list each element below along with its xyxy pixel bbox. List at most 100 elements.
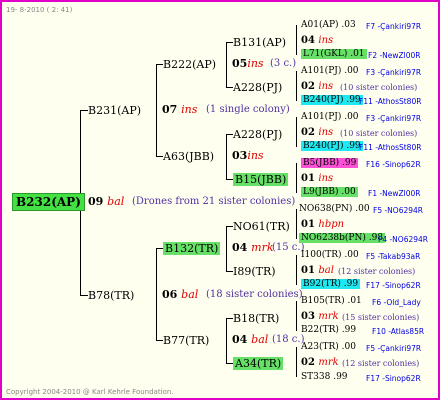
line bbox=[226, 134, 233, 135]
g4-bot[interactable]: ST338 .99 bbox=[301, 371, 348, 384]
uu-label[interactable]: B222(AP) bbox=[163, 58, 216, 71]
g4-bot[interactable]: L9(JBB) .00 bbox=[301, 186, 358, 199]
g4-bot-code: F11 -AthosSt80R bbox=[359, 143, 422, 152]
g4-bot-code: F17 -Sinop62R bbox=[366, 374, 421, 383]
g4-bot[interactable]: B92(TR) .99 bbox=[301, 278, 361, 291]
g4-bot-text: NO6238b(PN) .98 bbox=[299, 233, 386, 243]
g4-top-code: F6 -Old_Lady bbox=[372, 298, 421, 307]
uu-year: 05ins bbox=[232, 57, 264, 70]
g4-bot-code: F11 -AthosSt80R bbox=[359, 97, 422, 106]
g4-bot-text: B240(PJ) .99 bbox=[301, 141, 363, 151]
g4-year: 02 ins bbox=[301, 80, 333, 93]
ul-ins: ins bbox=[247, 149, 264, 162]
root-node[interactable]: B232(AP) bbox=[12, 193, 85, 211]
g4-top[interactable]: B5(JBB) .99 bbox=[301, 157, 359, 170]
g3-label[interactable]: A34(TR) bbox=[233, 357, 284, 370]
g4-note: (15 sister colonies) bbox=[342, 313, 420, 322]
line bbox=[226, 87, 233, 88]
g3-label[interactable]: NO61(TR) bbox=[233, 220, 290, 233]
g4-year: 01 ins bbox=[301, 172, 333, 185]
root-ins: bal bbox=[107, 195, 125, 208]
lower-ins: bal bbox=[181, 288, 199, 301]
g4-ins: mrk bbox=[318, 357, 339, 368]
g4-top[interactable]: NO638(PN) .00 bbox=[299, 203, 370, 216]
g4-year: 02 ins bbox=[301, 126, 333, 139]
line bbox=[296, 71, 297, 101]
timestamp-header: 19- 8-2010 ( 2: 41) bbox=[6, 6, 73, 14]
g4-top[interactable]: A01(AP) .03 bbox=[301, 19, 356, 32]
g4-year-value: 02 bbox=[301, 127, 315, 138]
g3-label[interactable]: I89(TR) bbox=[233, 265, 276, 278]
upper-note: (1 single colony) bbox=[206, 104, 290, 115]
line bbox=[296, 25, 297, 55]
lower-year-value: 06 bbox=[162, 288, 178, 301]
uu-ins: ins bbox=[247, 57, 264, 70]
g4-year-value: 01 bbox=[301, 265, 315, 276]
lu-label-text: B132(TR) bbox=[163, 242, 221, 255]
line bbox=[296, 301, 297, 331]
line bbox=[226, 363, 233, 364]
line bbox=[296, 117, 297, 147]
pedigree-chart: 19- 8-2010 ( 2: 41) B232(AP) 09 bal (Dro… bbox=[0, 0, 440, 400]
g4-year: 01 hbpn bbox=[301, 218, 344, 231]
line bbox=[226, 134, 227, 180]
g4-bot-code: F17 -Sinop62R bbox=[366, 281, 421, 290]
g3-label[interactable]: B18(TR) bbox=[233, 312, 279, 325]
uu-note: (3 c.) bbox=[270, 58, 297, 69]
g4-top[interactable]: A101(PJ) .00 bbox=[301, 65, 359, 78]
g4-top[interactable]: A23(TR) .00 bbox=[301, 341, 356, 354]
upper-year-value: 07 bbox=[162, 103, 178, 116]
line bbox=[156, 64, 163, 65]
upper-parent-label[interactable]: B231(AP) bbox=[88, 104, 141, 117]
g4-year-value: 01 bbox=[301, 219, 315, 230]
g4-bot-code: F1 -NewZl00R bbox=[368, 189, 421, 198]
line bbox=[226, 318, 227, 364]
line bbox=[80, 110, 88, 111]
line bbox=[156, 156, 163, 157]
g4-top[interactable]: A101(PJ) .00 bbox=[301, 111, 359, 124]
g3-label[interactable]: A228(PJ) bbox=[233, 128, 282, 141]
g3-label[interactable]: B131(AP) bbox=[233, 36, 286, 49]
g4-year-value: 04 bbox=[301, 35, 315, 46]
lower-year: 06 bal bbox=[162, 288, 198, 301]
g3-label-text: A34(TR) bbox=[233, 357, 284, 370]
lu-label[interactable]: B132(TR) bbox=[163, 242, 221, 255]
g4-bot-text: L9(JBB) .00 bbox=[301, 187, 358, 197]
lower-note: (18 sister colonies) bbox=[206, 289, 303, 300]
line bbox=[296, 209, 297, 239]
ll-note: (18 c.) bbox=[272, 334, 305, 345]
line bbox=[226, 226, 227, 272]
g4-top[interactable]: I100(TR) .00 bbox=[301, 249, 359, 262]
line bbox=[226, 271, 233, 272]
g4-bot-text: L71(GKL) .01 bbox=[301, 49, 367, 59]
g4-top-code: F5 -Çankiri97R bbox=[366, 344, 422, 353]
g3-label[interactable]: A228(PJ) bbox=[233, 81, 282, 94]
root-year: 09 bal bbox=[88, 195, 124, 208]
lower-parent-label[interactable]: B78(TR) bbox=[88, 289, 134, 302]
g4-bot[interactable]: NO6238b(PN) .98 bbox=[299, 232, 386, 245]
line bbox=[226, 226, 233, 227]
g4-bot[interactable]: B240(PJ) .99 bbox=[301, 94, 363, 107]
ul-year-value: 03 bbox=[232, 149, 248, 162]
g4-top[interactable]: B105(TR) .01 bbox=[301, 295, 362, 308]
g4-top-code: F7 -Çankiri97R bbox=[366, 22, 422, 31]
ll-label[interactable]: B77(TR) bbox=[163, 334, 209, 347]
uu-year-value: 05 bbox=[232, 57, 248, 70]
g4-bot[interactable]: B240(PJ) .99 bbox=[301, 140, 363, 153]
root-year-value: 09 bbox=[88, 195, 104, 208]
g4-ins: mrk bbox=[318, 311, 339, 322]
line bbox=[296, 163, 297, 193]
g4-year-value: 02 bbox=[301, 357, 315, 368]
line bbox=[226, 42, 227, 88]
g4-year: 04 ins bbox=[301, 34, 333, 47]
g3-label[interactable]: B15(JBB) bbox=[233, 173, 289, 186]
g4-top-code: F5 -Takab93aR bbox=[366, 252, 421, 261]
g4-top-code: F16 -Sinop62R bbox=[366, 160, 421, 169]
g4-bot[interactable]: L71(GKL) .01 bbox=[301, 48, 367, 61]
g4-top-code: F3 -Çankiri97R bbox=[366, 68, 422, 77]
root-label: B232(AP) bbox=[12, 193, 85, 211]
ul-label[interactable]: A63(JBB) bbox=[163, 150, 214, 163]
g4-bot[interactable]: B22(TR) .99 bbox=[301, 324, 356, 337]
g4-ins: bal bbox=[318, 265, 334, 276]
g3-label-text: B15(JBB) bbox=[233, 173, 289, 186]
